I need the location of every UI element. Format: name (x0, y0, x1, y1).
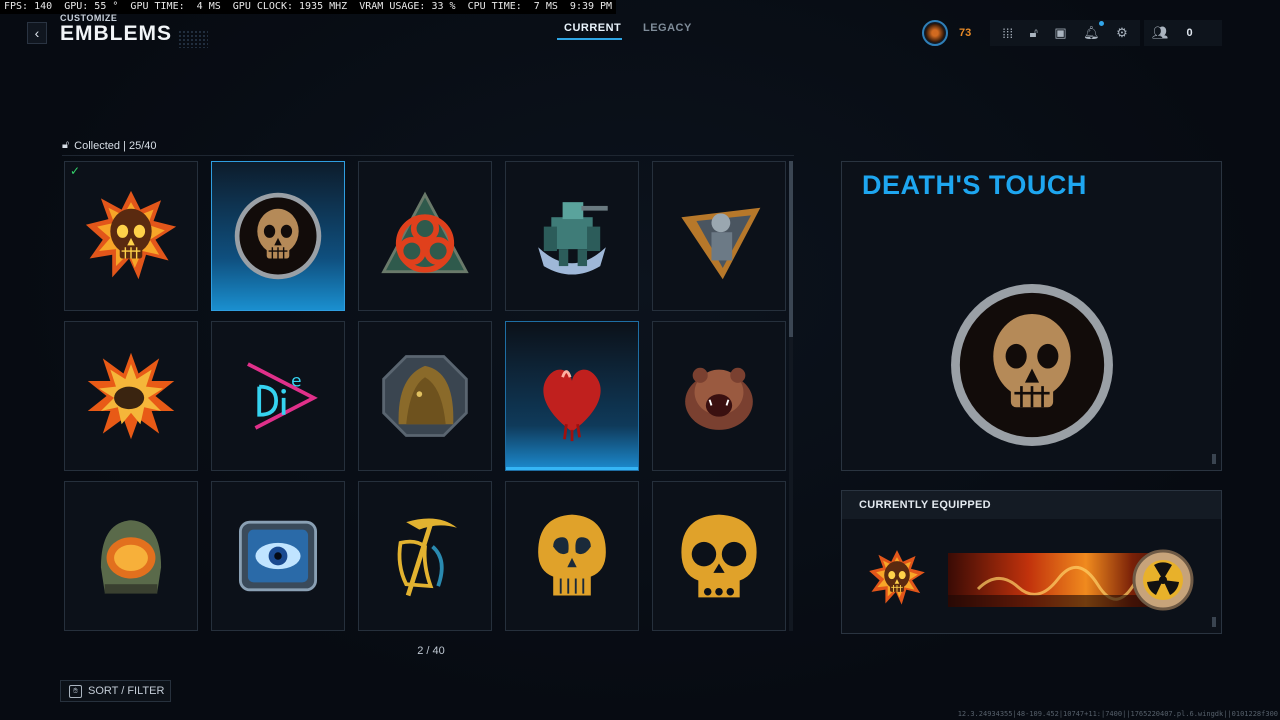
tab-current[interactable]: CURRENT (564, 22, 621, 34)
bell-icon[interactable]: 🔔︎ (1083, 21, 1104, 41)
divider (62, 155, 794, 156)
gold-skull-emblem (538, 514, 606, 596)
friends-count: 0 (1186, 27, 1193, 39)
title-dot-pattern (178, 30, 208, 48)
apps-icon[interactable]: ⁞⁞⁞ (1002, 26, 1013, 41)
page-title: EMBLEMS (60, 22, 172, 45)
friends-icon: 👥︎ (1152, 25, 1169, 40)
emblem-tile[interactable]: ✓ (64, 161, 198, 311)
gear-icon[interactable]: ⚙ (1116, 25, 1128, 41)
lock-icon[interactable]: 🔓︎ (1030, 25, 1038, 41)
emblem-tile[interactable] (64, 321, 198, 471)
header-icon-bar: ⁞⁞⁞ 🔓︎ ▣ 🔔︎ ⚙ (990, 20, 1140, 46)
performance-overlay: FPS: 140 GPU: 55 ° GPU TIME: 4 MS GPU CL… (0, 0, 617, 14)
roaring-bear-emblem (685, 367, 753, 430)
emblem-tile[interactable] (358, 321, 492, 471)
bleeding-heart-emblem (543, 369, 601, 442)
emblem-name: DEATH'S TOUCH (862, 170, 1087, 200)
emblem-grid: ✓ e (64, 161, 786, 631)
svg-text:e: e (291, 371, 301, 391)
explosion-emblem (87, 352, 175, 440)
friends-button[interactable]: 👥︎ 0 (1144, 20, 1222, 46)
deaths-touch-skull-emblem (234, 192, 322, 280)
equipped-header: CURRENTLY EQUIPPED (842, 491, 1221, 519)
molten-helmet-emblem (100, 520, 162, 594)
corner-marker (1212, 617, 1216, 627)
collected-label: Collected | 25/40 (74, 139, 157, 152)
camera-icon[interactable]: ▣ (1054, 25, 1066, 41)
corner-marker (1212, 454, 1216, 464)
emblem-tile[interactable] (652, 481, 786, 631)
back-button[interactable]: ‹ (27, 22, 47, 44)
tab-current-underline (557, 38, 622, 40)
cyber-eye-emblem (238, 520, 318, 592)
soldier-triangle-emblem (681, 207, 761, 280)
flaming-skull-emblem (85, 190, 177, 280)
mech-robot-emblem (538, 202, 608, 275)
equipped-check-icon: ✓ (70, 164, 81, 178)
biohazard-emblem (381, 191, 469, 274)
build-version: 12.3.24934355|48-109.452|10747+11:|7400|… (957, 710, 1278, 718)
emblem-tile[interactable] (652, 161, 786, 311)
emblems-screen: FPS: 140 GPU: 55 ° GPU TIME: 4 MS GPU CL… (0, 0, 1280, 720)
emblem-tile[interactable] (358, 161, 492, 311)
nuclear-fire-calling-card[interactable] (948, 549, 1194, 611)
currently-equipped-panel: CURRENTLY EQUIPPED (841, 490, 1222, 634)
page-indicator: 2 / 40 (417, 645, 445, 657)
emblem-tile[interactable] (652, 321, 786, 471)
deaths-touch-skull-emblem (951, 284, 1113, 446)
emblem-tile[interactable] (358, 481, 492, 631)
emblem-tile[interactable] (505, 481, 639, 631)
neon-die-emblem: e (247, 362, 318, 430)
tab-legacy[interactable]: LEGACY (643, 22, 692, 34)
player-level: 73 (959, 27, 972, 39)
collected-counter: 🔓︎ Collected | 25/40 (62, 139, 157, 152)
ghillie-emblem (382, 355, 468, 437)
emblem-tile[interactable] (505, 321, 639, 471)
chevron-left-icon: ‹ (34, 25, 40, 41)
sort-filter-button[interactable]: ✋︎ SORT / FILTER (60, 680, 171, 702)
gold-skull-outline-emblem (681, 514, 757, 598)
unlock-icon: 🔓︎ (62, 139, 70, 151)
player-avatar[interactable] (922, 20, 948, 46)
filter-icon: ✋︎ (69, 684, 82, 698)
emblem-tile[interactable] (211, 161, 345, 311)
emblem-tile[interactable]: e (211, 321, 345, 471)
emblem-tile[interactable] (505, 161, 639, 311)
flaming-skull-emblem[interactable] (868, 549, 926, 607)
scrollbar-thumb[interactable] (789, 161, 793, 337)
sort-filter-label: SORT / FILTER (88, 685, 165, 697)
reaper-scythe-emblem (397, 518, 457, 597)
emblem-tile[interactable] (64, 481, 198, 631)
emblem-tile[interactable] (211, 481, 345, 631)
emblem-detail-panel: DEATH'S TOUCH (841, 161, 1222, 471)
notification-dot (1098, 21, 1104, 26)
